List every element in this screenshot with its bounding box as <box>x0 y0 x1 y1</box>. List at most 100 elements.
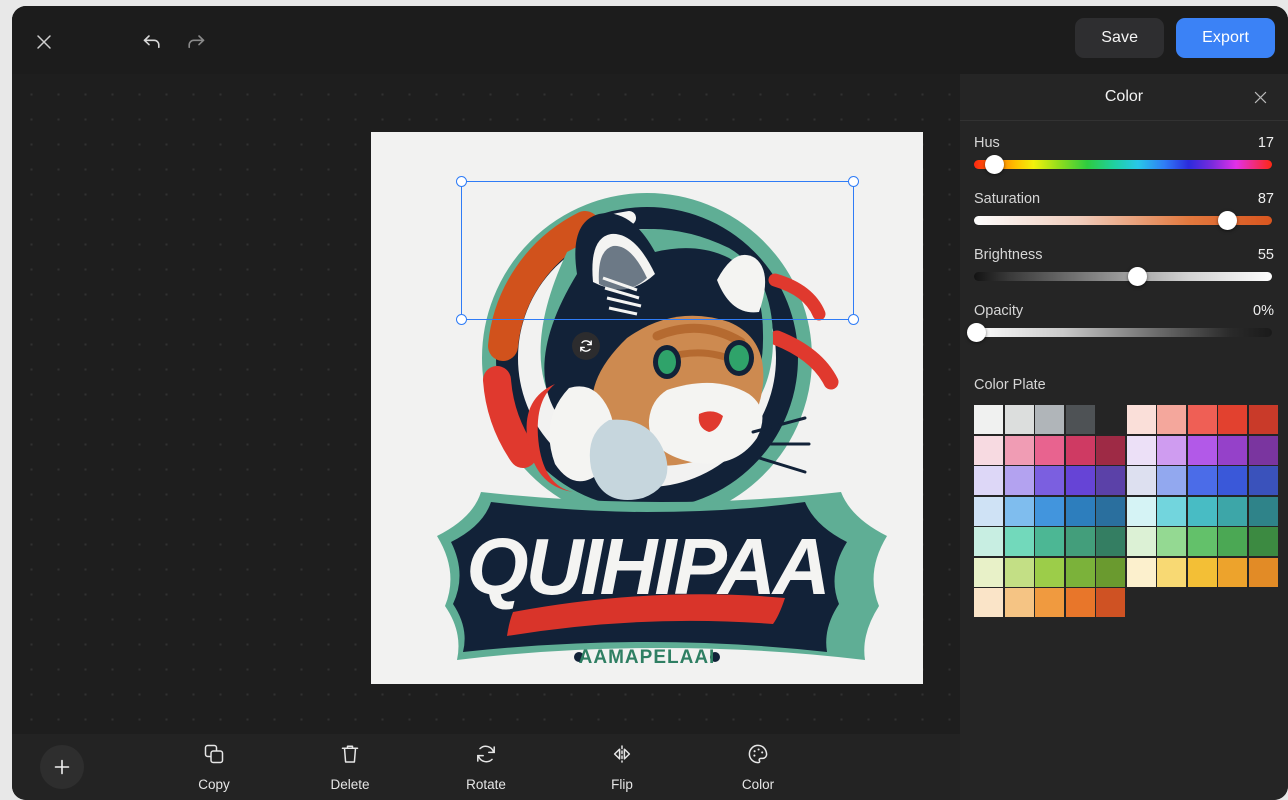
color-swatch[interactable] <box>1035 405 1064 434</box>
color-swatch[interactable] <box>1249 497 1278 526</box>
color-swatch[interactable] <box>1218 466 1247 495</box>
color-swatch[interactable] <box>1127 466 1156 495</box>
color-swatch[interactable] <box>1096 558 1125 587</box>
color-swatch[interactable] <box>974 436 1003 465</box>
color-swatch[interactable] <box>1157 497 1186 526</box>
color-swatch[interactable] <box>1035 497 1064 526</box>
delete-label: Delete <box>330 777 369 792</box>
color-swatch[interactable] <box>1066 466 1095 495</box>
color-swatch[interactable] <box>1035 527 1064 556</box>
image-editor-window: Save Export <box>12 6 1288 800</box>
export-button[interactable]: Export <box>1176 18 1275 58</box>
color-swatch[interactable] <box>1157 558 1186 587</box>
redo-icon[interactable] <box>174 20 218 64</box>
hue-slider-track[interactable] <box>974 160 1272 169</box>
color-swatch[interactable] <box>1005 558 1034 587</box>
panel-header: Color <box>960 74 1288 121</box>
color-swatch[interactable] <box>1035 466 1064 495</box>
color-swatch[interactable] <box>974 466 1003 495</box>
color-swatch[interactable] <box>1005 436 1034 465</box>
color-swatch[interactable] <box>974 497 1003 526</box>
color-swatch[interactable] <box>1157 527 1186 556</box>
opacity-slider-thumb[interactable] <box>967 323 986 342</box>
artboard[interactable]: QUIHIPAA AAMAPELAAI <box>371 132 923 684</box>
color-swatch[interactable] <box>1035 436 1064 465</box>
color-swatch[interactable] <box>1066 588 1095 617</box>
color-swatch[interactable] <box>1096 527 1125 556</box>
color-swatch[interactable] <box>1218 497 1247 526</box>
color-swatch[interactable] <box>1188 405 1217 434</box>
color-swatch-empty <box>1127 588 1156 617</box>
color-swatch[interactable] <box>1005 527 1034 556</box>
color-swatch[interactable] <box>1127 497 1156 526</box>
color-swatch[interactable] <box>974 588 1003 617</box>
logo-title: QUIHIPAA <box>466 522 827 611</box>
opacity-slider-track[interactable] <box>974 328 1272 337</box>
color-swatch[interactable] <box>1127 405 1156 434</box>
hue-label: Hus <box>974 135 1000 151</box>
color-swatch[interactable] <box>1005 588 1034 617</box>
color-swatch[interactable] <box>1096 588 1125 617</box>
color-swatch[interactable] <box>1188 527 1217 556</box>
flip-icon <box>610 742 634 771</box>
color-swatch[interactable] <box>1096 466 1125 495</box>
flip-tool[interactable]: Flip <box>585 742 659 792</box>
color-swatch[interactable] <box>1005 497 1034 526</box>
logo-artwork[interactable]: QUIHIPAA AAMAPELAAI <box>371 132 923 684</box>
color-swatch[interactable] <box>1127 436 1156 465</box>
color-swatch[interactable] <box>1188 436 1217 465</box>
color-swatch[interactable] <box>1066 436 1095 465</box>
color-swatch[interactable] <box>1157 405 1186 434</box>
brightness-slider-track[interactable] <box>974 272 1272 281</box>
color-swatch[interactable] <box>1066 558 1095 587</box>
saturation-slider-row: Saturation 87 <box>974 191 1274 225</box>
color-swatch[interactable] <box>1096 497 1125 526</box>
close-icon[interactable] <box>22 20 66 64</box>
color-tool[interactable]: Color <box>721 742 795 792</box>
color-swatch[interactable] <box>1218 436 1247 465</box>
save-button[interactable]: Save <box>1075 18 1164 58</box>
rotate-tool[interactable]: Rotate <box>449 742 523 792</box>
rotate-handle-icon[interactable] <box>572 332 600 360</box>
color-swatch-empty <box>1157 588 1186 617</box>
color-swatch[interactable] <box>1157 436 1186 465</box>
color-swatch[interactable] <box>1005 466 1034 495</box>
color-swatch[interactable] <box>1218 405 1247 434</box>
color-swatch[interactable] <box>1066 497 1095 526</box>
color-swatch[interactable] <box>1188 497 1217 526</box>
color-swatch[interactable] <box>1035 558 1064 587</box>
color-swatch[interactable] <box>1127 558 1156 587</box>
color-swatch[interactable] <box>1249 405 1278 434</box>
color-swatch[interactable] <box>1157 466 1186 495</box>
delete-tool[interactable]: Delete <box>313 742 387 792</box>
color-plate-grid[interactable] <box>974 405 1274 617</box>
color-swatch-empty <box>1188 588 1217 617</box>
color-swatch[interactable] <box>1035 588 1064 617</box>
saturation-slider-thumb[interactable] <box>1218 211 1237 230</box>
hue-slider-thumb[interactable] <box>985 155 1004 174</box>
color-swatch[interactable] <box>974 527 1003 556</box>
color-swatch[interactable] <box>974 405 1003 434</box>
brightness-slider-row: Brightness 55 <box>974 247 1274 281</box>
canvas-area[interactable]: QUIHIPAA AAMAPELAAI <box>12 74 960 734</box>
color-swatch[interactable] <box>1249 527 1278 556</box>
color-swatch[interactable] <box>1218 558 1247 587</box>
color-swatch[interactable] <box>1188 466 1217 495</box>
brightness-slider-thumb[interactable] <box>1128 267 1147 286</box>
close-icon[interactable] <box>1248 85 1272 109</box>
color-swatch[interactable] <box>1127 527 1156 556</box>
color-swatch[interactable] <box>1218 527 1247 556</box>
color-swatch[interactable] <box>1188 558 1217 587</box>
saturation-slider-track[interactable] <box>974 216 1272 225</box>
color-swatch[interactable] <box>1096 436 1125 465</box>
color-swatch[interactable] <box>974 558 1003 587</box>
color-swatch[interactable] <box>1066 405 1095 434</box>
undo-icon[interactable] <box>130 20 174 64</box>
color-swatch[interactable] <box>1005 405 1034 434</box>
color-swatch[interactable] <box>1066 527 1095 556</box>
color-swatch-empty <box>1218 588 1247 617</box>
color-swatch[interactable] <box>1249 436 1278 465</box>
copy-tool[interactable]: Copy <box>177 742 251 792</box>
color-swatch[interactable] <box>1249 558 1278 587</box>
color-swatch[interactable] <box>1249 466 1278 495</box>
